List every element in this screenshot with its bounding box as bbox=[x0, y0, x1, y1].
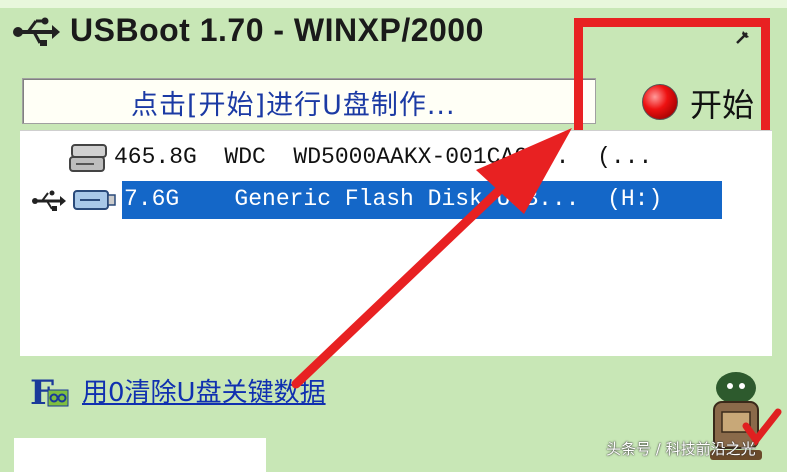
usb-icon bbox=[32, 190, 66, 211]
flash-drive-icon bbox=[73, 190, 116, 210]
window-title: USBoot 1.70 - WINXP/2000 bbox=[70, 12, 484, 48]
drive-label: 465.8G WDC WD5000AAKX-001CA0... (... bbox=[114, 144, 653, 170]
highlight-frame bbox=[574, 18, 770, 140]
drive-row-hdd[interactable]: 465.8G WDC WD5000AAKX-001CA0... (... bbox=[64, 139, 744, 179]
status-panel: 点击[开始]进行U盘制作... bbox=[22, 78, 596, 124]
footer-panel: F 用0清除U盘关键数据 头条号 / 科技前沿之光 bbox=[0, 356, 787, 472]
watermark-text: 头条号 / 科技前沿之光 bbox=[606, 440, 756, 458]
status-message: 点击[开始]进行U盘制作... bbox=[131, 90, 456, 121]
hard-disk-icon bbox=[69, 144, 107, 172]
usb-app-icon bbox=[13, 17, 60, 46]
drive-label: 7.6G Generic Flash Disk USB... (H:) bbox=[124, 186, 663, 212]
erase-usb-data-link[interactable]: 用0清除U盘关键数据 bbox=[82, 372, 326, 409]
usboot-window: USBoot 1.70 - WINXP/2000 点击[开始]进行U盘制作...… bbox=[0, 0, 787, 472]
fdd-logo-icon: F bbox=[30, 373, 69, 408]
blank-area bbox=[14, 438, 266, 472]
drive-row-usb[interactable]: 7.6G Generic Flash Disk USB... (H:) bbox=[32, 181, 732, 221]
drive-list[interactable]: 465.8G WDC WD5000AAKX-001CA0... (... 7.6… bbox=[20, 130, 772, 356]
